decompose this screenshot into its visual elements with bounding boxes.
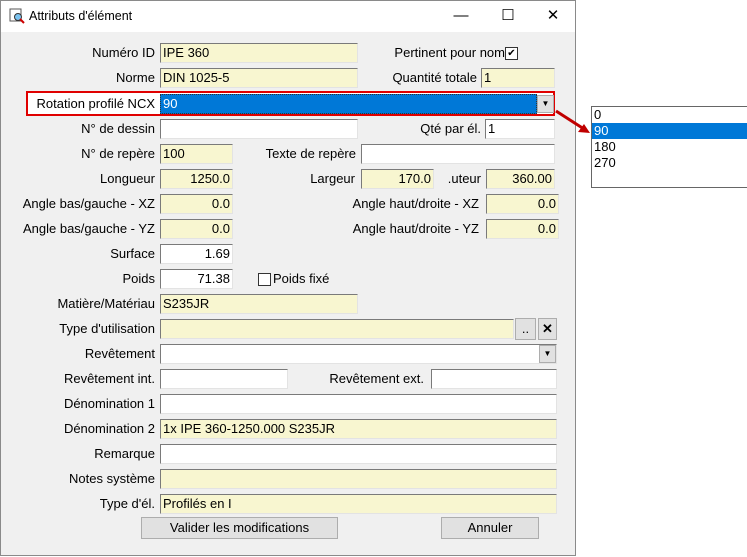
poids-fixe-checkbox[interactable]	[258, 273, 271, 286]
browse-button[interactable]: ..	[515, 318, 536, 340]
qte-par-el-field[interactable]: 1	[485, 119, 555, 139]
type-utilisation-field[interactable]	[160, 319, 514, 339]
denomination1-field[interactable]	[160, 394, 557, 414]
option-0[interactable]: 0	[592, 107, 747, 123]
largeur-label: Largeur	[310, 171, 355, 186]
poids-fixe-label: Poids fixé	[273, 271, 330, 286]
hauteur-label: .uteur	[447, 171, 481, 186]
minimize-button[interactable]: —	[446, 5, 476, 27]
option-90[interactable]: 90	[592, 123, 747, 139]
close-button[interactable]: ✕	[538, 5, 568, 27]
largeur-field[interactable]: 170.0	[361, 169, 434, 189]
texte-repere-label: Texte de repère	[265, 146, 356, 161]
no-dessin-label: N° de dessin	[81, 121, 155, 136]
quantite-totale-field[interactable]: 1	[481, 68, 555, 88]
angle-bg-xz-label: Angle bas/gauche - XZ	[22, 196, 155, 211]
poids-field[interactable]: 71.38	[160, 269, 233, 289]
longueur-field[interactable]: 1250.0	[160, 169, 233, 189]
matiere-label: Matière/Matériau	[57, 296, 155, 311]
denomination1-label: Dénomination 1	[63, 396, 155, 411]
longueur-label: Longueur	[100, 171, 155, 186]
texte-repere-field[interactable]	[361, 144, 555, 164]
type-el-label: Type d'él.	[99, 496, 155, 511]
norme-label: Norme	[115, 70, 155, 85]
option-180[interactable]: 180	[592, 139, 747, 155]
pertinent-checkbox[interactable]: ✔	[505, 47, 518, 60]
remarque-label: Remarque	[94, 446, 155, 461]
revetement-label: Revêtement	[84, 346, 155, 361]
denomination2-label: Dénomination 2	[63, 421, 155, 436]
angle-bg-yz-field[interactable]: 0.0	[160, 219, 233, 239]
poids-label: Poids	[122, 271, 155, 286]
angle-bg-yz-label: Angle bas/gauche - YZ	[22, 221, 155, 236]
rotation-select[interactable]: 90	[160, 94, 537, 114]
rotation-label: Rotation profilé NCX	[36, 96, 156, 111]
no-dessin-field[interactable]	[160, 119, 358, 139]
notes-systeme-label: Notes système	[69, 471, 155, 486]
revetement-ext-field[interactable]	[431, 369, 557, 389]
quantite-totale-label: Quantité totale	[392, 70, 477, 85]
type-el-field[interactable]: Profilés en I	[160, 494, 557, 514]
surface-field[interactable]: 1.69	[160, 244, 233, 264]
type-utilisation-label: Type d'utilisation	[59, 321, 155, 336]
callout-arrow	[555, 109, 590, 133]
validate-button[interactable]: Valider les modifications	[141, 517, 338, 539]
revetement-dropdown-arrow[interactable]: ▼	[539, 345, 556, 363]
angle-bg-xz-field[interactable]: 0.0	[160, 194, 233, 214]
numero-id-label: Numéro ID	[92, 45, 155, 60]
numero-id-field[interactable]: IPE 360	[160, 43, 358, 63]
notes-systeme-field[interactable]	[160, 469, 557, 489]
pertinent-label: Pertinent pour nom	[394, 45, 505, 60]
revetement-ext-label: Revêtement ext.	[329, 371, 424, 386]
clear-button[interactable]: ✕	[538, 318, 557, 340]
element-search-icon	[9, 8, 25, 24]
norme-field[interactable]: DIN 1025-5	[160, 68, 358, 88]
revetement-int-field[interactable]	[160, 369, 288, 389]
qte-par-el-label: Qté par él.	[420, 121, 481, 136]
surface-label: Surface	[110, 246, 155, 261]
option-270[interactable]: 270	[592, 155, 747, 171]
revetement-int-label: Revêtement int.	[63, 371, 155, 386]
angle-hd-yz-field[interactable]: 0.0	[486, 219, 559, 239]
angle-hd-xz-label: Angle haut/droite - XZ	[352, 196, 479, 211]
maximize-button[interactable]: ☐	[493, 5, 523, 27]
no-repere-label: N° de repère	[81, 146, 155, 161]
angle-hd-xz-field[interactable]: 0.0	[486, 194, 559, 214]
no-repere-field[interactable]: 100	[160, 144, 233, 164]
remarque-field[interactable]	[160, 444, 557, 464]
revetement-select[interactable]	[160, 344, 557, 364]
hauteur-field[interactable]: 360.00	[486, 169, 555, 189]
angle-hd-yz-label: Angle haut/droite - YZ	[352, 221, 479, 236]
matiere-field[interactable]: S235JR	[160, 294, 358, 314]
cancel-button[interactable]: Annuler	[441, 517, 539, 539]
window-title: Attributs d'élément	[29, 9, 133, 23]
rotation-options-list: 0 90 180 270	[591, 106, 747, 188]
denomination2-field[interactable]: 1x IPE 360-1250.000 S235JR	[160, 419, 557, 439]
title-bar: Attributs d'élément — ☐ ✕	[1, 1, 575, 32]
